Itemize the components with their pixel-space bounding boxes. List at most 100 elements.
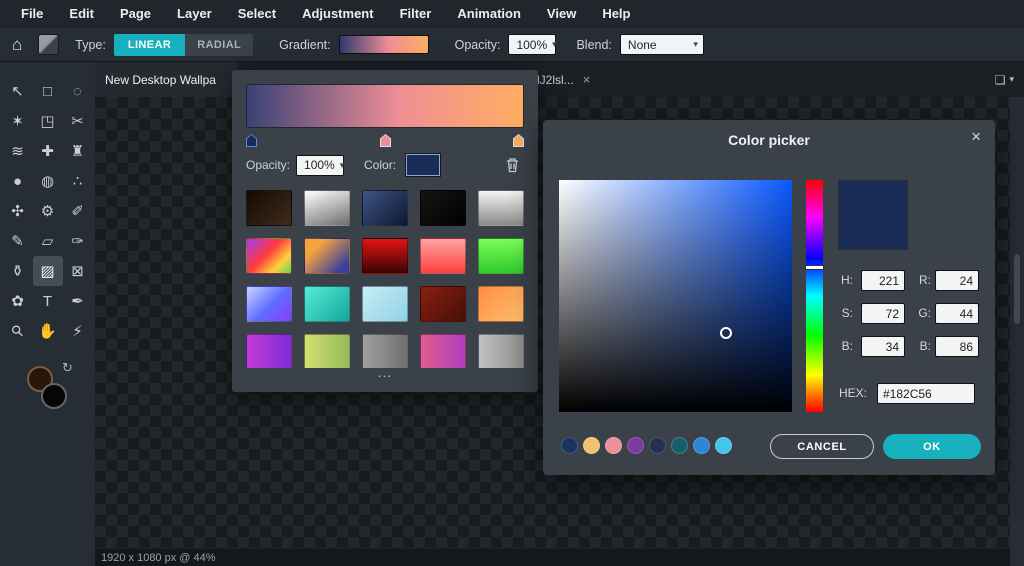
color-swatch[interactable] — [583, 437, 600, 454]
home-icon[interactable]: ⌂ — [12, 35, 22, 55]
menu-item[interactable]: Help — [589, 0, 643, 28]
gradient-preset[interactable] — [362, 238, 408, 274]
gradient-stop[interactable] — [513, 134, 524, 147]
dither-tool[interactable]: ∴ — [63, 166, 93, 196]
magic-wand-tool[interactable]: ✶ — [3, 106, 33, 136]
gradient-preset[interactable] — [362, 286, 408, 322]
background-color-well[interactable] — [41, 383, 67, 409]
delete-stop-button[interactable] — [505, 157, 520, 173]
gradient-preset[interactable] — [420, 190, 466, 226]
hue-input[interactable] — [861, 270, 905, 291]
gradient-preset[interactable] — [478, 238, 524, 274]
gradient-preset[interactable] — [246, 238, 292, 274]
ink-brush-tool[interactable]: ✑ — [63, 226, 93, 256]
shape-tool[interactable]: ✿ — [3, 286, 33, 316]
blue-input[interactable] — [935, 336, 979, 357]
brightness-input[interactable] — [861, 336, 905, 357]
gradient-preset[interactable] — [304, 286, 350, 322]
gradient-preset[interactable] — [420, 286, 466, 322]
swap-colors-icon[interactable]: ↻ — [62, 360, 73, 376]
gradient-preset[interactable] — [304, 190, 350, 226]
gradient-preset[interactable] — [304, 238, 350, 274]
gradient-preset[interactable] — [246, 334, 292, 368]
gradient-preset[interactable] — [304, 334, 350, 368]
menu-item[interactable]: Edit — [56, 0, 107, 28]
gradient-stop[interactable] — [246, 134, 257, 147]
linear-type-button[interactable]: LINEAR — [114, 34, 185, 56]
gradient-stop[interactable] — [380, 134, 391, 147]
ok-button[interactable]: OK — [883, 434, 981, 459]
radial-type-button[interactable]: RADIAL — [185, 34, 253, 56]
gradient-preset[interactable] — [478, 286, 524, 322]
stop-color-swatch[interactable] — [406, 154, 440, 176]
marquee-tool[interactable]: □ — [33, 76, 63, 106]
stop-opacity-select[interactable]: 100% ▾ — [296, 155, 344, 176]
menu-item[interactable]: Layer — [164, 0, 225, 28]
gradient-preset[interactable] — [478, 190, 524, 226]
gradient-preset[interactable] — [246, 190, 292, 226]
green-input[interactable] — [935, 303, 979, 324]
clone-stamp-tool[interactable]: ♜ — [63, 136, 93, 166]
gradient-preset[interactable] — [362, 334, 408, 368]
menu-item[interactable]: Filter — [387, 0, 445, 28]
blur-tool[interactable]: ● — [3, 166, 33, 196]
tab-new-desktop-wallpaper[interactable]: New Desktop Wallpa — [95, 62, 237, 97]
hex-input[interactable] — [877, 383, 975, 404]
color-swatch[interactable] — [627, 437, 644, 454]
color-swatch[interactable] — [671, 437, 688, 454]
zoom-tool[interactable]: ⚲ — [3, 316, 33, 346]
more-presets-button[interactable]: ... — [246, 368, 524, 376]
gradient-preset[interactable] — [246, 286, 292, 322]
eraser-tool[interactable]: ▱ — [33, 226, 63, 256]
menu-item[interactable]: Animation — [444, 0, 534, 28]
menu-item[interactable]: View — [534, 0, 589, 28]
gradient-preset[interactable] — [420, 334, 466, 368]
gradient-preset[interactable] — [420, 238, 466, 274]
crop-tool[interactable]: ◳ — [33, 106, 63, 136]
brush-tool[interactable]: ✐ — [63, 196, 93, 226]
lasso-tool[interactable]: ◌ — [63, 76, 93, 106]
hand-tool[interactable]: ✋ — [33, 316, 63, 346]
sphere-tool[interactable]: ◍ — [33, 166, 63, 196]
color-swatch[interactable] — [605, 437, 622, 454]
windows-icon[interactable]: ❏ — [995, 73, 1006, 87]
color-swatch[interactable] — [561, 437, 578, 454]
hue-slider-handle[interactable] — [805, 265, 824, 270]
close-icon[interactable]: × — [971, 127, 981, 147]
menu-item[interactable]: Select — [225, 0, 289, 28]
hue-slider[interactable] — [806, 180, 823, 412]
red-input[interactable] — [935, 270, 979, 291]
gradient-preset[interactable] — [362, 190, 408, 226]
color-swatch[interactable] — [649, 437, 666, 454]
gradient-tool[interactable]: ▨ — [33, 256, 63, 286]
sv-cursor[interactable] — [720, 327, 732, 339]
heal-tool[interactable]: ✚ — [33, 136, 63, 166]
menu-item[interactable]: File — [8, 0, 56, 28]
pattern-tool[interactable]: ⊠ — [63, 256, 93, 286]
close-icon[interactable]: × — [583, 72, 591, 87]
tool-preset-icon[interactable] — [38, 34, 59, 55]
opacity-select[interactable]: 100% ▾ — [508, 34, 556, 55]
slice-tool[interactable]: ✂ — [63, 106, 93, 136]
liquify-tool[interactable]: ≋ — [3, 136, 33, 166]
panel-toggle-handle[interactable] — [1014, 254, 1020, 324]
color-swatch[interactable] — [715, 437, 732, 454]
flash-tool[interactable]: ⚡ — [63, 316, 93, 346]
saturation-brightness-area[interactable] — [559, 180, 792, 412]
gradient-preset[interactable] — [478, 334, 524, 368]
menu-item[interactable]: Adjustment — [289, 0, 387, 28]
menu-item[interactable]: Page — [107, 0, 164, 28]
pen-tool[interactable]: ✒ — [63, 286, 93, 316]
saturation-input[interactable] — [861, 303, 905, 324]
pencil-tool[interactable]: ✎ — [3, 226, 33, 256]
gradient-editor-bar[interactable] — [246, 84, 524, 128]
cancel-button[interactable]: CANCEL — [770, 434, 874, 459]
text-tool[interactable]: T — [33, 286, 63, 316]
chevron-down-icon[interactable]: ▾ — [1009, 74, 1014, 85]
move-tool[interactable]: ↖ — [3, 76, 33, 106]
color-swatch[interactable] — [693, 437, 710, 454]
paint-bucket-tool[interactable]: ⚱ — [3, 256, 33, 286]
dodge-tool[interactable]: ✣ — [3, 196, 33, 226]
settings-tool[interactable]: ⚙ — [33, 196, 63, 226]
gradient-preview-button[interactable] — [339, 35, 429, 54]
